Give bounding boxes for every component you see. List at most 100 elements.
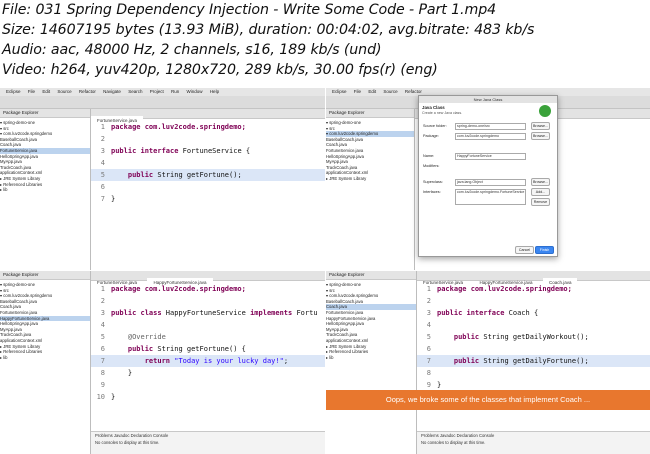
package-explorer-tab[interactable]: Package Explorer bbox=[0, 109, 90, 118]
interfaces-label: Interfaces: bbox=[423, 190, 441, 194]
tree-item[interactable]: ▸ lib bbox=[0, 355, 90, 361]
tree-item[interactable]: ▸ JRE System Library bbox=[326, 176, 414, 182]
superclass-label: Superclass: bbox=[423, 180, 443, 184]
code-line-highlighted: 7 return "Today is your lucky day!"; bbox=[91, 355, 325, 367]
modifiers-label: Modifiers: bbox=[423, 164, 440, 168]
package-label: Package: bbox=[423, 134, 439, 138]
editor-tabs: FortuneService.java HappyFortuneService.… bbox=[91, 271, 325, 287]
code-text: public bbox=[453, 333, 480, 341]
code-text: Fortu bbox=[292, 309, 318, 317]
menu-file[interactable]: File bbox=[354, 89, 361, 94]
package-input[interactable]: com.luv2code.springdemo bbox=[455, 133, 526, 140]
code-editor[interactable]: FortuneService.java HappyFortuneService.… bbox=[417, 271, 650, 454]
code-line: 3 public interface Coach { bbox=[426, 309, 539, 317]
console-message: No consoles to display at this time. bbox=[421, 440, 486, 445]
tree-item[interactable]: ▸ lib bbox=[326, 355, 416, 361]
code-text: HappyFortuneService bbox=[161, 309, 251, 317]
file-info-line: File: 031 Spring Dependency Injection - … bbox=[2, 2, 497, 18]
name-label: Name: bbox=[423, 154, 435, 158]
code-line: 5 public String getDailyWorkout(); bbox=[426, 333, 589, 341]
browse-package-button[interactable]: Browse... bbox=[531, 132, 550, 140]
tree-item[interactable]: ▸ lib bbox=[0, 187, 90, 193]
code-area[interactable]: 1 package com.luv2code.springdemo; 2 3 pub… bbox=[91, 119, 325, 205]
code-line: 6 bbox=[426, 345, 431, 353]
console-tabs[interactable]: Problems Javadoc Declaration Console bbox=[417, 432, 650, 439]
code-line: 3 public interface FortuneService { bbox=[100, 147, 251, 155]
dialog-note: Create a new Java class. bbox=[422, 111, 463, 115]
code-text: public class bbox=[111, 309, 162, 317]
code-text: String getDailyFortune(); bbox=[479, 357, 589, 365]
code-text: implements bbox=[250, 309, 293, 317]
menu-refactor[interactable]: Refactor bbox=[79, 89, 96, 94]
menu-refactor[interactable]: Refactor bbox=[405, 89, 422, 94]
code-text: public interface bbox=[437, 309, 505, 317]
menu-source[interactable]: Source bbox=[383, 89, 397, 94]
code-editor[interactable]: FortuneService.java HappyFortuneService.… bbox=[91, 271, 325, 454]
package-explorer: Package Explorer ▾ spring-demo-one ▾ src… bbox=[326, 109, 415, 270]
interfaces-list[interactable]: com.luv2code.springdemo.FortuneService bbox=[455, 189, 526, 205]
menu-project[interactable]: Project bbox=[150, 89, 164, 94]
code-text: package com.luv2code.springdemo; bbox=[437, 285, 572, 293]
browse-superclass-button[interactable]: Browse... bbox=[531, 178, 550, 186]
dialog-subtitle: Java Class bbox=[422, 105, 445, 110]
code-text: "Today is your lucky day!" bbox=[174, 357, 284, 365]
console-tabs[interactable]: Problems Javadoc Declaration Console bbox=[91, 432, 325, 439]
editor-tabs: FortuneService.java HappyFortuneService.… bbox=[417, 271, 650, 287]
console-message: No consoles to display at this time. bbox=[95, 440, 160, 445]
menu-edit[interactable]: Edit bbox=[42, 89, 50, 94]
menu-run[interactable]: Run bbox=[171, 89, 179, 94]
code-line: 1 package com.luv2code.springdemo; bbox=[100, 285, 246, 293]
menu-edit[interactable]: Edit bbox=[368, 89, 376, 94]
menu-window[interactable]: Window bbox=[187, 89, 203, 94]
thumbnail-2: Eclipse File Edit Source Refactor Packag… bbox=[326, 88, 650, 270]
menu-bar: Eclipse File Edit Source Refactor Naviga… bbox=[0, 88, 325, 96]
menu-navigate[interactable]: Navigate bbox=[103, 89, 121, 94]
package-explorer-tab[interactable]: Package Explorer bbox=[0, 271, 90, 280]
code-line: 3 public class HappyFortuneService implem… bbox=[100, 309, 318, 317]
menu-source[interactable]: Source bbox=[57, 89, 71, 94]
code-line: 1 package com.luv2code.springdemo; bbox=[100, 123, 246, 131]
package-explorer-tab[interactable]: Package Explorer bbox=[326, 271, 416, 280]
code-line: 7} bbox=[100, 195, 116, 203]
code-line: 4 bbox=[100, 159, 105, 167]
code-line: 8 bbox=[426, 369, 431, 377]
code-editor[interactable]: FortuneService.java 1 package com.luv2cod… bbox=[91, 109, 325, 270]
audio-info-line: Audio: aac, 48000 Hz, 2 channels, s16, 1… bbox=[2, 42, 382, 58]
console-panel: Problems Javadoc Declaration Console No … bbox=[91, 431, 325, 454]
code-line: 1 package com.luv2code.springdemo; bbox=[426, 285, 572, 293]
menu-help[interactable]: Help bbox=[210, 89, 219, 94]
name-input[interactable]: HappyFortuneService bbox=[455, 153, 526, 160]
code-text: ; bbox=[283, 357, 289, 365]
source-folder-input[interactable]: spring-demo-one/src bbox=[455, 123, 526, 130]
menu-file[interactable]: File bbox=[28, 89, 35, 94]
code-text: } bbox=[111, 195, 116, 203]
code-line: 2 bbox=[100, 135, 105, 143]
new-java-class-dialog: New Java Class Java Class Create a new J… bbox=[418, 95, 558, 257]
package-explorer-tab[interactable]: Package Explorer bbox=[326, 109, 414, 118]
code-line: 8 } bbox=[100, 369, 133, 377]
browse-source-button[interactable]: Browse... bbox=[531, 122, 550, 130]
code-text: package com.luv2code.springdemo; bbox=[111, 123, 246, 131]
caption-banner: Oops, we broke some of the classes that … bbox=[326, 390, 650, 410]
finish-button[interactable]: Finish bbox=[535, 246, 554, 254]
toolbar bbox=[0, 96, 325, 109]
cancel-button[interactable]: Cancel bbox=[515, 246, 534, 254]
code-area[interactable]: 1 package com.luv2code.springdemo; 2 3 pub… bbox=[91, 281, 325, 403]
thumbnail-3: Package Explorer ▾ spring-demo-one ▾ src… bbox=[0, 271, 325, 454]
code-text: } bbox=[111, 393, 116, 401]
menu-search[interactable]: Search bbox=[128, 89, 142, 94]
thumbnail-1: Eclipse File Edit Source Refactor Naviga… bbox=[0, 88, 325, 270]
superclass-input[interactable]: java.lang.Object bbox=[455, 179, 526, 186]
add-interface-button[interactable]: Add... bbox=[531, 188, 550, 196]
code-line: 4 bbox=[426, 321, 431, 329]
menu-eclipse[interactable]: Eclipse bbox=[332, 89, 347, 94]
code-line: 9 bbox=[100, 381, 105, 389]
menu-eclipse[interactable]: Eclipse bbox=[6, 89, 21, 94]
code-line: 10} bbox=[96, 393, 116, 401]
code-text: return bbox=[144, 357, 171, 365]
remove-interface-button[interactable]: Remove bbox=[531, 198, 550, 206]
editor-tabs: FortuneService.java bbox=[91, 109, 325, 125]
project-tree: ▾ spring-demo-one ▾ src ▾ com.luv2code.s… bbox=[0, 118, 90, 193]
code-area[interactable]: 1 package com.luv2code.springdemo; 2 3 pub… bbox=[417, 281, 650, 391]
code-text: } bbox=[437, 381, 442, 389]
